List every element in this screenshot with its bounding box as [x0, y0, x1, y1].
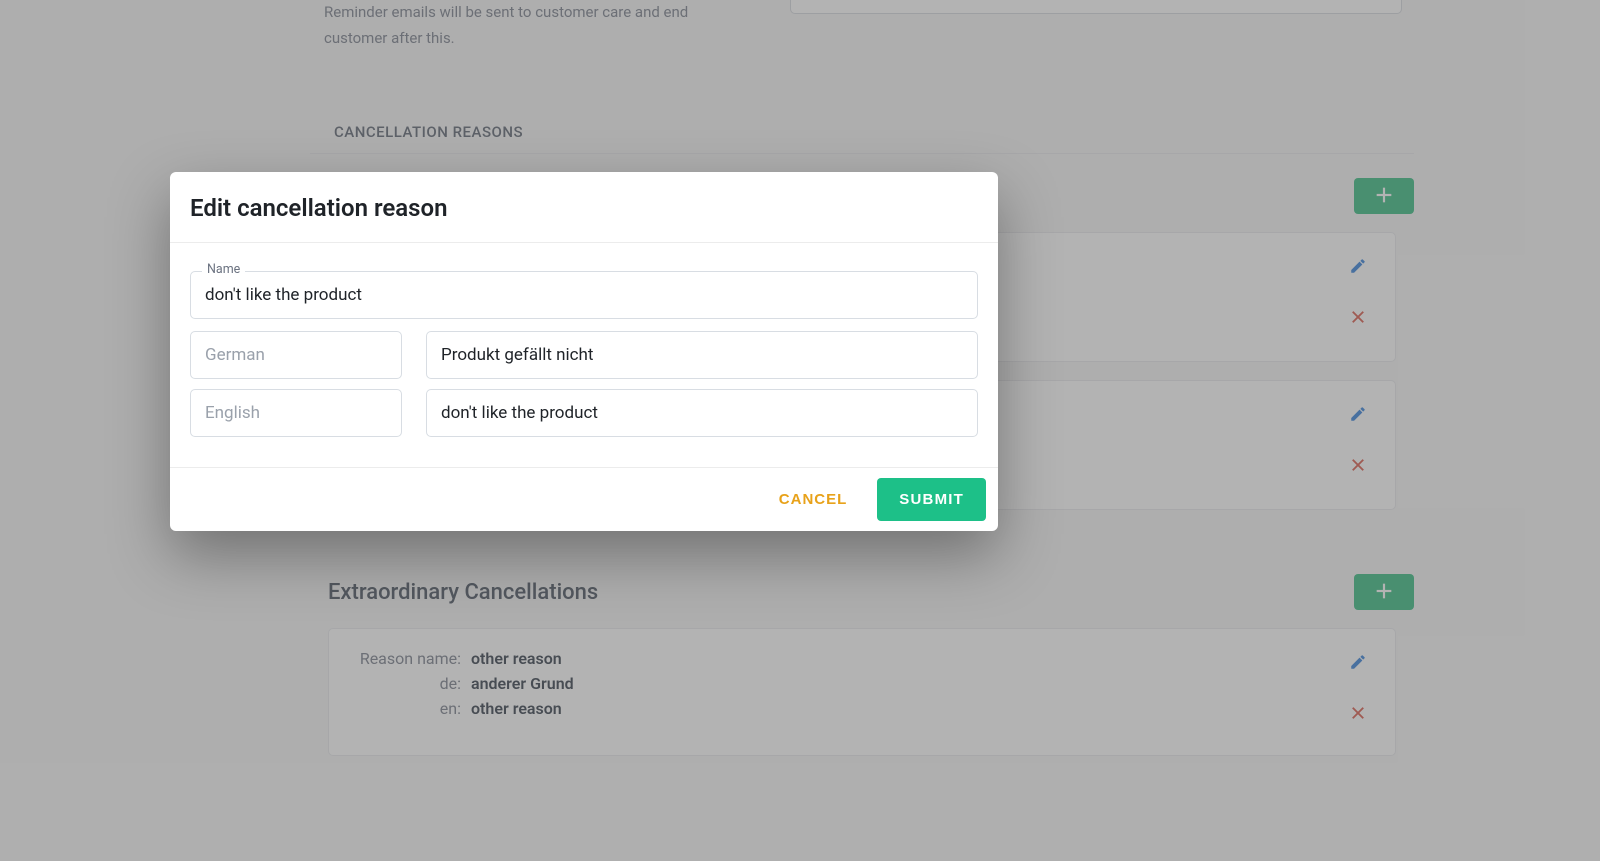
name-field-label: Name [202, 262, 245, 277]
lang-value-input-english[interactable] [426, 389, 978, 437]
lang-label-input-german[interactable] [190, 331, 402, 379]
edit-cancellation-reason-dialog: Edit cancellation reason Name CANCEL SUB… [170, 172, 998, 531]
lang-value-input-german[interactable] [426, 331, 978, 379]
name-input[interactable] [190, 271, 978, 319]
lang-label-input-english[interactable] [190, 389, 402, 437]
submit-button[interactable]: SUBMIT [877, 478, 986, 521]
cancel-button[interactable]: CANCEL [765, 479, 862, 520]
dialog-title: Edit cancellation reason [190, 194, 978, 222]
